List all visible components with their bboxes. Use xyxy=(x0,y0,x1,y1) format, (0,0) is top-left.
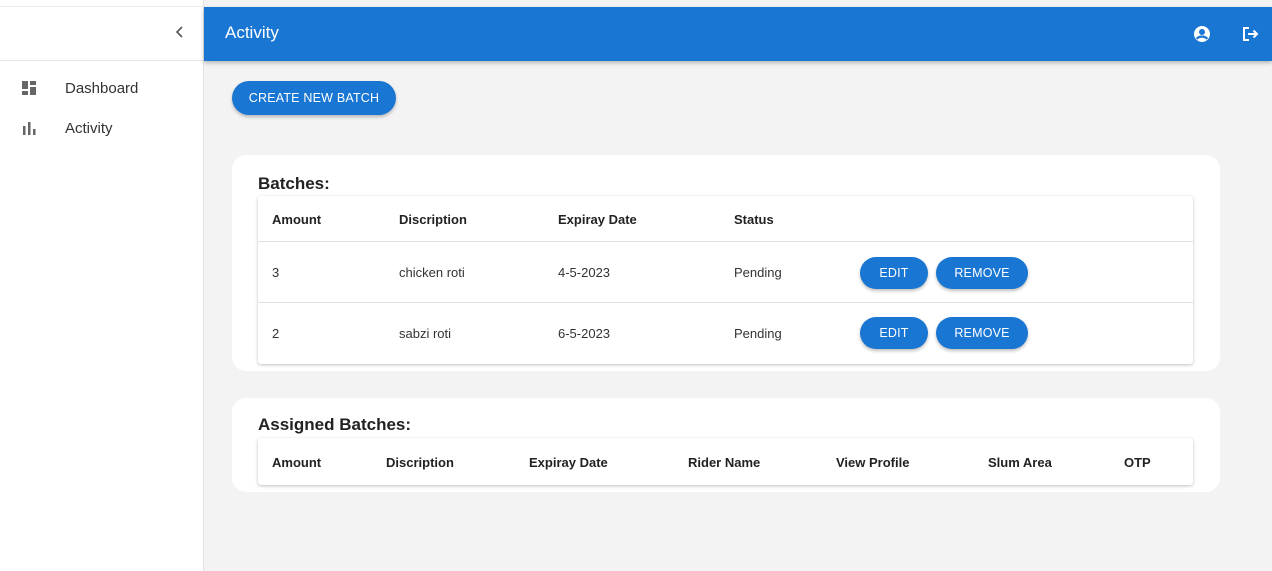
cell-description: chicken roti xyxy=(399,265,465,280)
column-header-expiry-date: Expiray Date xyxy=(558,212,637,227)
column-header-view-profile: View Profile xyxy=(836,455,910,470)
remove-button[interactable]: REMOVE xyxy=(936,257,1028,289)
column-header-description: Discription xyxy=(386,455,454,470)
edit-button[interactable]: EDIT xyxy=(860,257,928,289)
sidebar-header xyxy=(0,0,203,61)
batches-table: Amount Discription Expiray Date Status 3… xyxy=(258,196,1193,364)
collapse-sidebar-button[interactable] xyxy=(170,22,190,42)
row-divider xyxy=(258,241,1193,242)
assigned-batches-table: Amount Discription Expiray Date Rider Na… xyxy=(258,438,1193,485)
column-header-expiry-date: Expiray Date xyxy=(529,455,608,470)
sidebar: Dashboard Activity xyxy=(0,0,204,571)
edit-button[interactable]: EDIT xyxy=(860,317,928,349)
sidebar-item-label: Activity xyxy=(65,119,113,137)
bar-chart-icon xyxy=(23,122,36,135)
column-header-rider-name: Rider Name xyxy=(688,455,761,470)
column-header-amount: Amount xyxy=(272,212,322,227)
app-bar: Activity xyxy=(204,7,1272,61)
cell-amount: 2 xyxy=(272,326,280,341)
create-new-batch-button[interactable]: CREATE NEW BATCH xyxy=(232,81,396,115)
sidebar-item-label: Dashboard xyxy=(65,79,139,97)
sidebar-item-dashboard[interactable]: Dashboard xyxy=(0,68,203,108)
column-header-amount: Amount xyxy=(272,455,322,470)
cell-description: sabzi roti xyxy=(399,326,452,341)
cell-expiry-date: 4-5-2023 xyxy=(558,265,611,280)
cell-expiry-date: 6-5-2023 xyxy=(558,326,611,341)
cell-amount: 3 xyxy=(272,265,280,280)
column-header-status: Status xyxy=(734,212,774,227)
cell-status: Pending xyxy=(734,265,782,280)
assigned-batches-card: Assigned Batches: Amount Discription Exp… xyxy=(232,398,1220,492)
batches-card: Batches: Amount Discription Expiray Date… xyxy=(232,155,1220,371)
logout-icon[interactable] xyxy=(1240,24,1260,44)
column-header-otp: OTP xyxy=(1124,455,1151,470)
column-header-slum-area: Slum Area xyxy=(988,455,1052,470)
batches-title: Batches: xyxy=(258,174,330,193)
dashboard-icon xyxy=(22,81,36,95)
chevron-left-icon xyxy=(175,26,183,38)
remove-button[interactable]: REMOVE xyxy=(936,317,1028,349)
page-title: Activity xyxy=(225,23,279,42)
row-divider xyxy=(258,302,1193,303)
assigned-batches-title: Assigned Batches: xyxy=(258,415,412,434)
sidebar-item-activity[interactable]: Activity xyxy=(0,108,203,148)
column-header-description: Discription xyxy=(399,212,467,227)
account-circle-icon[interactable] xyxy=(1192,24,1212,44)
cell-status: Pending xyxy=(734,326,782,341)
